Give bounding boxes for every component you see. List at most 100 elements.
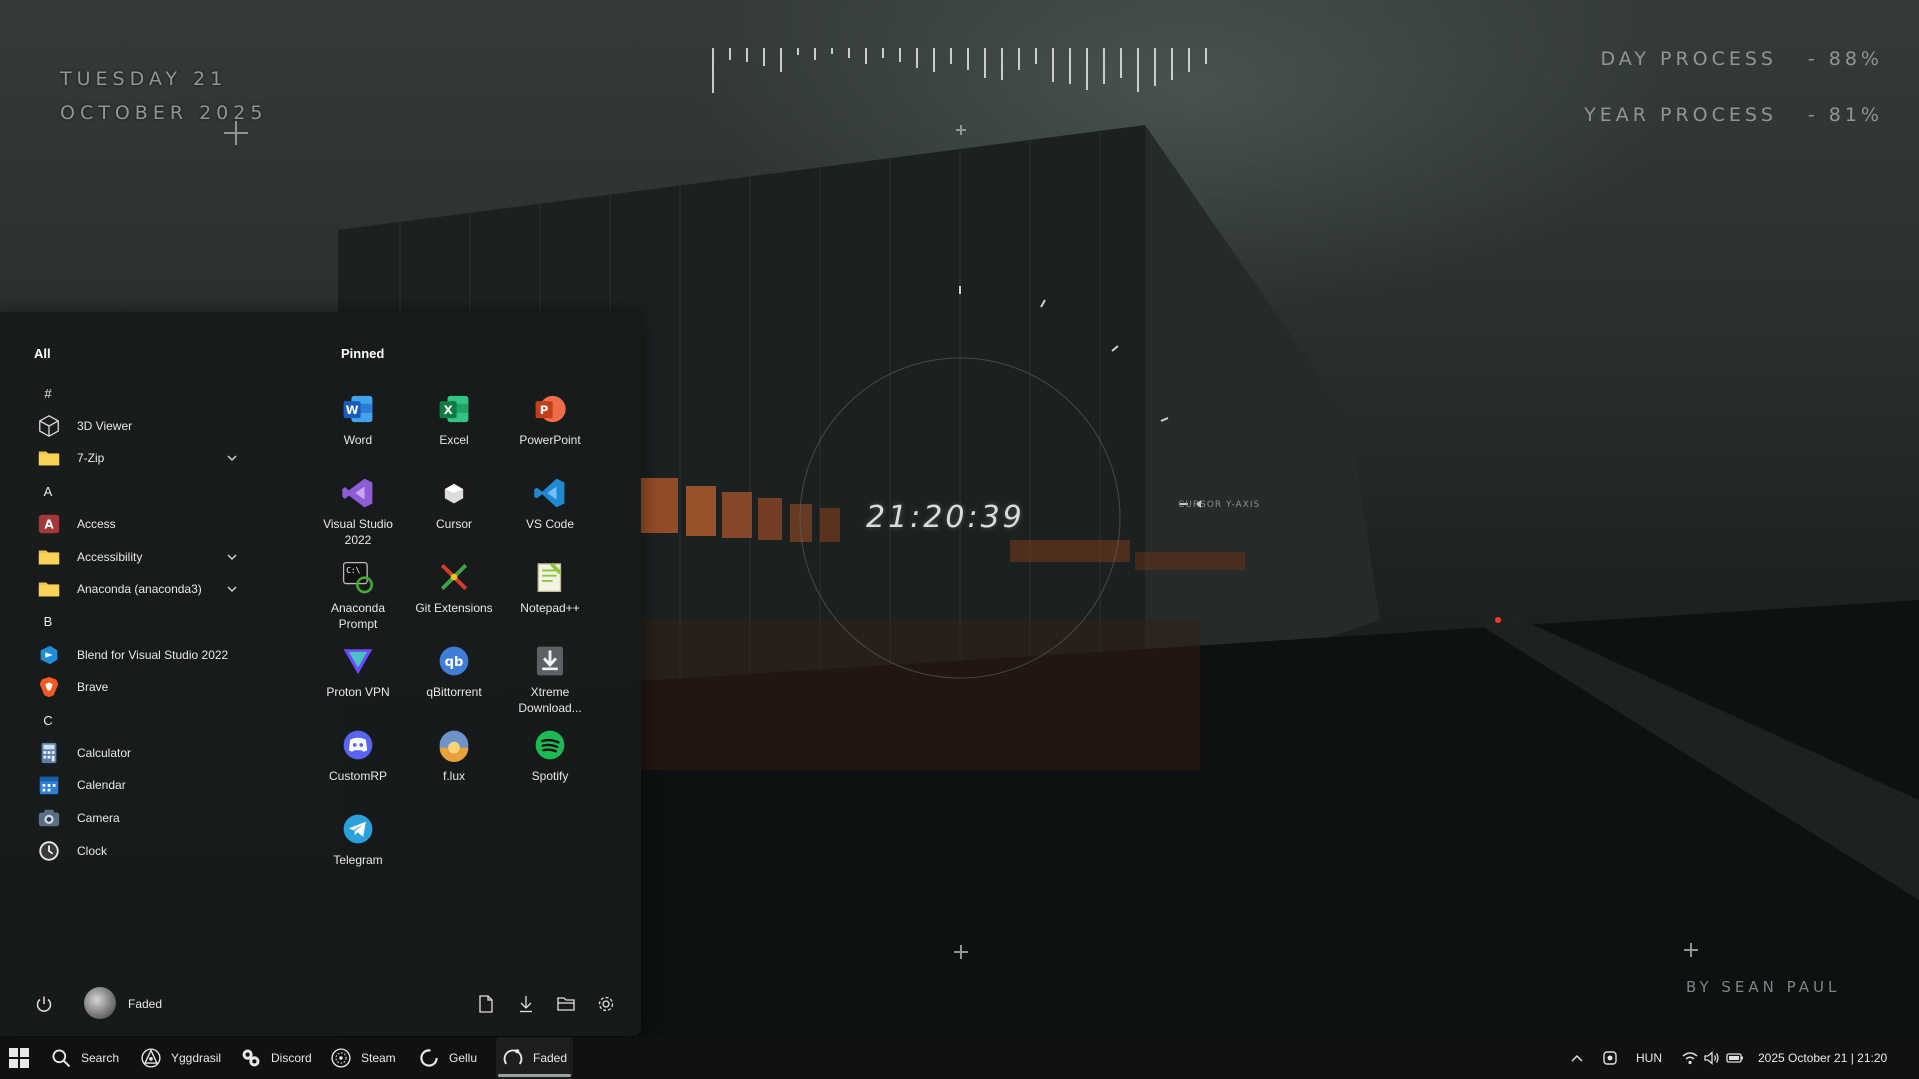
letter-heading[interactable]: B xyxy=(28,607,68,637)
start-button[interactable] xyxy=(8,1037,30,1079)
letter-heading[interactable]: C xyxy=(28,705,68,735)
app-list-item[interactable]: Accessibility xyxy=(28,542,238,572)
avatar[interactable] xyxy=(84,987,116,1019)
faded-icon xyxy=(503,1049,523,1065)
language-indicator[interactable]: HUN xyxy=(1636,1037,1662,1079)
network-sound-battery-button[interactable] xyxy=(1682,1037,1744,1079)
pinned-app-tile[interactable]: Git Extensions xyxy=(406,554,502,634)
blend-icon xyxy=(36,642,62,668)
pinned-app-tile[interactable]: Notepad++ xyxy=(502,554,598,634)
pinned-app-tile[interactable]: W Word xyxy=(310,386,406,466)
taskbar-item-label: Faded xyxy=(533,1051,568,1065)
pinned-app-label: qBittorrent xyxy=(426,685,482,699)
svg-text:qb: qb xyxy=(445,655,464,670)
pinned-app-tile[interactable]: Visual Studio 2022 xyxy=(310,470,406,550)
app-list-label: Clock xyxy=(77,843,108,858)
pinned-app-tile[interactable]: Telegram xyxy=(310,806,406,886)
battery-icon xyxy=(1726,1053,1743,1063)
taskbar-item-discord[interactable]: Discord xyxy=(240,1037,312,1079)
taskbar-item-label: Yggdrasil xyxy=(171,1051,222,1065)
calculator-icon xyxy=(41,742,57,763)
letter-heading[interactable]: A xyxy=(28,476,68,506)
date-widget: TUESDAY 21 OCTOBER 2025 xyxy=(60,62,267,130)
day-process-row: DAY PROCESS - 88% xyxy=(1584,48,1883,104)
start-menu-footer: Faded xyxy=(28,986,624,1022)
folder-icon xyxy=(38,451,60,466)
pinned-app-label: Cursor xyxy=(435,517,472,531)
folder-open-icon xyxy=(557,997,575,1011)
camera-icon xyxy=(38,809,60,827)
taskbar-item-search[interactable]: Search xyxy=(50,1037,119,1079)
app-list-label: Brave xyxy=(77,680,109,695)
chevron-down-icon[interactable] xyxy=(226,452,238,464)
app-list-item[interactable]: Calendar xyxy=(28,770,238,800)
folder-icon xyxy=(36,445,62,471)
spotify-icon xyxy=(535,730,565,760)
letter-heading[interactable]: # xyxy=(28,378,68,408)
user-name[interactable]: Faded xyxy=(128,997,162,1011)
app-list-item[interactable]: A Access xyxy=(28,509,238,539)
app-list-item[interactable]: Camera xyxy=(28,803,238,833)
pinned-app-tile[interactable]: Xtreme Download... xyxy=(502,638,598,718)
app-list-item[interactable]: 7-Zip xyxy=(28,443,238,473)
pinned-app-label: Anaconda Prompt xyxy=(330,601,386,631)
pinned-app-tile[interactable]: CustomRP xyxy=(310,722,406,802)
app-list-item[interactable]: Brave xyxy=(28,672,238,702)
pinned-app-tile[interactable]: f.lux xyxy=(406,722,502,802)
taskbar-item-steam[interactable]: Steam xyxy=(330,1037,396,1079)
year-process-label: YEAR PROCESS xyxy=(1584,104,1777,126)
chevron-down-icon[interactable] xyxy=(226,583,238,595)
pinned-app-tile[interactable]: Cursor xyxy=(406,470,502,550)
blend-icon xyxy=(40,645,58,664)
app-list-item[interactable]: Blend for Visual Studio 2022 xyxy=(28,640,238,670)
visual-studio-icon xyxy=(342,478,373,508)
flux-icon xyxy=(439,730,469,762)
powerpoint-icon: P xyxy=(535,395,566,423)
date-month-year: OCTOBER 2025 xyxy=(60,102,268,124)
folder-icon xyxy=(36,544,62,570)
pinned-app-label: PowerPoint xyxy=(519,433,581,447)
pinned-app-tile[interactable]: X Excel xyxy=(406,386,502,466)
show-hidden-icons-button[interactable] xyxy=(1570,1037,1584,1079)
download-icon xyxy=(520,996,532,1013)
settings-button[interactable] xyxy=(590,988,622,1020)
folder-icon xyxy=(36,576,62,602)
tray-app-button[interactable] xyxy=(1602,1037,1618,1079)
pinned-app-tile[interactable]: qb qBittorrent xyxy=(406,638,502,718)
taskbar-item-faded[interactable]: Faded xyxy=(496,1037,574,1079)
chevron-down-icon[interactable] xyxy=(226,551,238,563)
pinned-app-tile[interactable]: C:\ Anaconda Prompt xyxy=(310,554,406,634)
app-list-item[interactable]: Clock xyxy=(28,836,238,866)
pinned-app-label: f.lux xyxy=(442,769,465,783)
all-apps-title: All xyxy=(34,346,51,361)
pinned-app-label: Git Extensions xyxy=(415,601,493,615)
app-list-item[interactable]: 3D Viewer xyxy=(28,411,238,441)
power-button[interactable] xyxy=(28,988,60,1020)
taskbar-item-yggdrasil[interactable]: Yggdrasil xyxy=(140,1037,221,1079)
pinned-app-tile[interactable]: Proton VPN xyxy=(310,638,406,718)
file-explorer-button[interactable] xyxy=(550,988,582,1020)
taskbar-clock[interactable]: 2025 October 21 | 21:20 xyxy=(1758,1037,1887,1079)
proton-vpn-icon xyxy=(343,649,373,675)
word-icon: W xyxy=(343,395,373,423)
app-list-label: Accessibility xyxy=(77,549,143,564)
process-widget: DAY PROCESS - 88% YEAR PROCESS - 81% xyxy=(1584,48,1883,160)
app-list-item[interactable]: Calculator xyxy=(28,738,238,768)
notepadpp-icon xyxy=(537,562,562,593)
app-list-label: Calculator xyxy=(77,745,132,760)
app-list-label: Blend for Visual Studio 2022 xyxy=(77,647,229,662)
downloads-button[interactable] xyxy=(510,988,542,1020)
svg-text:X: X xyxy=(444,403,453,417)
pinned-app-tile[interactable]: P PowerPoint xyxy=(502,386,598,466)
wifi-icon xyxy=(1682,1052,1698,1065)
pinned-app-tile[interactable]: VS Code xyxy=(502,470,598,550)
pinned-app-label: Visual Studio 2022 xyxy=(323,517,393,547)
documents-button[interactable] xyxy=(470,988,502,1020)
pinned-app-tile[interactable]: Spotify xyxy=(502,722,598,802)
taskbar-item-label: Steam xyxy=(361,1051,396,1065)
taskbar-item-gellu[interactable]: Gellu xyxy=(418,1037,477,1079)
app-list-item[interactable]: Anaconda (anaconda3) xyxy=(28,574,238,604)
discord-icon xyxy=(242,1049,260,1067)
speaker-icon xyxy=(1704,1051,1719,1065)
app-list-label: 7-Zip xyxy=(77,451,105,466)
